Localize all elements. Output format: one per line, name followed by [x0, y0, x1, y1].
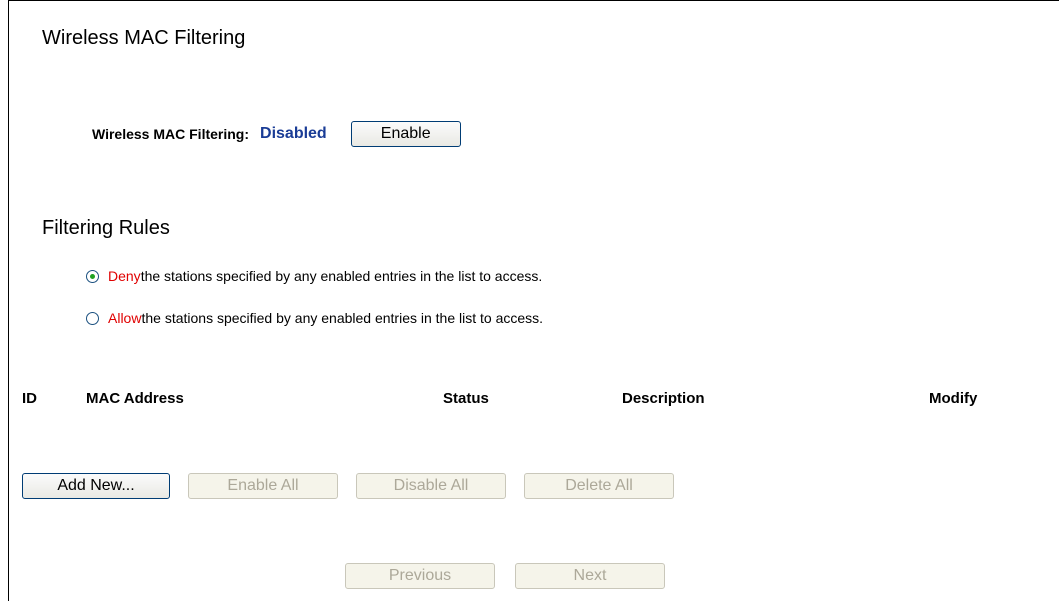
- rule-deny[interactable]: Deny the stations specified by any enabl…: [86, 266, 542, 286]
- add-new-button[interactable]: Add New...: [22, 473, 170, 499]
- deny-keyword: Deny: [108, 268, 141, 284]
- allow-text: the stations specified by any enabled en…: [141, 310, 544, 326]
- mac-filter-row: Wireless MAC Filtering: Disabled Enable: [92, 119, 461, 149]
- allow-keyword: Allow: [108, 310, 142, 326]
- allow-radio[interactable]: [86, 311, 99, 325]
- column-header-description: Description: [622, 390, 705, 407]
- column-header-id: ID: [22, 390, 37, 407]
- disable-all-button[interactable]: Disable All: [356, 473, 506, 499]
- mac-filter-status: Disabled: [260, 125, 327, 142]
- deny-radio[interactable]: [86, 269, 99, 283]
- delete-all-button[interactable]: Delete All: [524, 473, 674, 499]
- page-title: Wireless MAC Filtering: [42, 27, 246, 49]
- column-header-mac: MAC Address: [86, 390, 184, 407]
- pagination: Previous Next: [345, 563, 685, 589]
- rule-allow[interactable]: Allow the stations specified by any enab…: [86, 308, 543, 328]
- mac-filter-label: Wireless MAC Filtering:: [92, 126, 250, 142]
- column-header-status: Status: [443, 390, 489, 407]
- action-buttons: Add New... Enable All Disable All Delete…: [22, 473, 692, 499]
- previous-button[interactable]: Previous: [345, 563, 495, 589]
- content-frame: [8, 0, 1059, 601]
- deny-text: the stations specified by any enabled en…: [140, 268, 543, 284]
- enable-all-button[interactable]: Enable All: [188, 473, 338, 499]
- column-header-modify: Modify: [929, 390, 978, 407]
- next-button[interactable]: Next: [515, 563, 665, 589]
- enable-button[interactable]: Enable: [350, 121, 461, 147]
- filtering-rules-title: Filtering Rules: [42, 217, 170, 239]
